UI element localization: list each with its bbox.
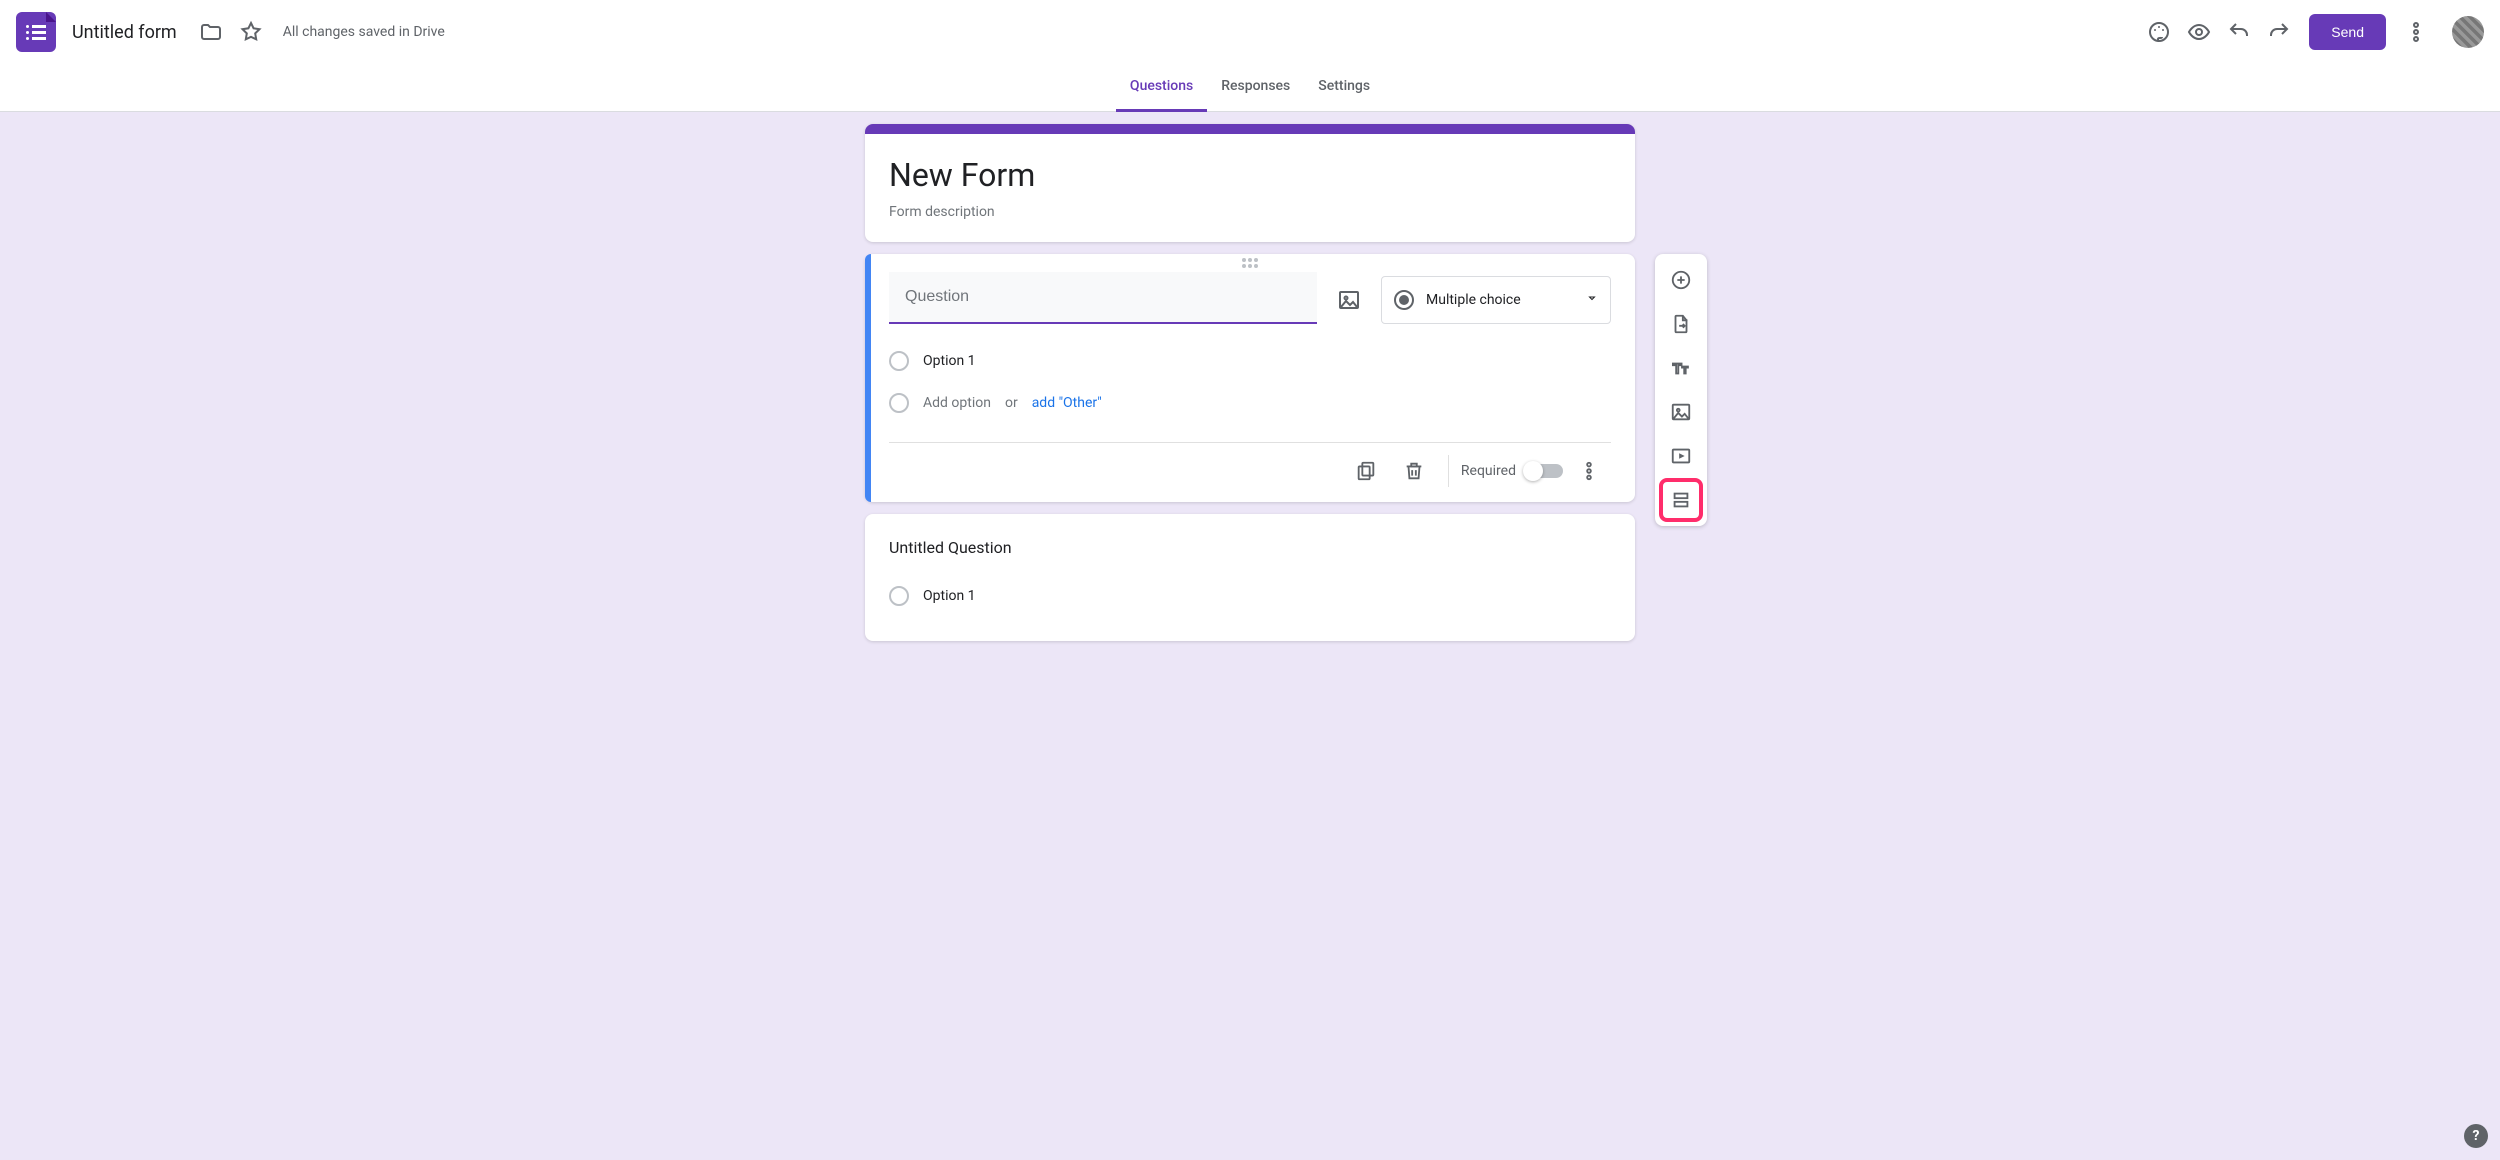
drag-handle-icon[interactable]	[865, 254, 1635, 272]
duplicate-question-icon[interactable]	[1344, 449, 1388, 493]
question-title[interactable]: Untitled Question	[889, 538, 1611, 557]
undo-icon[interactable]	[2219, 12, 2259, 52]
question-toolbar: TT	[1655, 254, 1707, 526]
option-label[interactable]: Option 1	[923, 588, 976, 604]
form-description-input[interactable]: Form description	[889, 204, 1611, 220]
add-section-icon[interactable]	[1661, 480, 1701, 520]
divider	[1448, 455, 1449, 487]
add-image-icon[interactable]	[1661, 392, 1701, 432]
customize-theme-icon[interactable]	[2139, 12, 2179, 52]
account-avatar[interactable]	[2452, 16, 2484, 48]
move-to-folder-icon[interactable]	[191, 12, 231, 52]
chevron-down-icon	[1586, 292, 1598, 308]
option-row[interactable]: Option 1	[889, 340, 1611, 382]
radio-icon	[1394, 290, 1414, 310]
radio-outline-icon	[889, 393, 909, 413]
help-icon[interactable]: ?	[2464, 1124, 2488, 1148]
svg-text:T: T	[1682, 366, 1689, 377]
question-more-menu-icon[interactable]	[1567, 449, 1611, 493]
add-option-button[interactable]: Add option	[923, 395, 991, 411]
required-label: Required	[1461, 463, 1516, 479]
question-card-active[interactable]: Multiple choice Option 1 Add option or a…	[865, 254, 1635, 502]
question-title-input[interactable]	[889, 272, 1317, 324]
redo-icon[interactable]	[2259, 12, 2299, 52]
tab-settings[interactable]: Settings	[1304, 64, 1384, 112]
form-title-input[interactable]: New Form	[889, 156, 1611, 194]
option-label[interactable]: Option 1	[923, 353, 976, 369]
app-header: Untitled form All changes saved in Drive…	[0, 0, 2500, 64]
required-toggle[interactable]	[1526, 464, 1563, 478]
question-card[interactable]: Untitled Question Option 1	[865, 514, 1635, 641]
save-status: All changes saved in Drive	[283, 24, 445, 40]
question-type-selector[interactable]: Multiple choice	[1381, 276, 1611, 324]
tab-responses[interactable]: Responses	[1207, 64, 1304, 112]
question-type-label: Multiple choice	[1426, 292, 1521, 308]
radio-outline-icon	[889, 351, 909, 371]
editor-tabs: Questions Responses Settings	[0, 64, 2500, 112]
radio-outline-icon	[889, 586, 909, 606]
or-text: or	[1005, 395, 1018, 411]
add-title-description-icon[interactable]: TT	[1661, 348, 1701, 388]
document-title[interactable]: Untitled form	[72, 22, 177, 43]
more-menu-icon[interactable]	[2396, 12, 2436, 52]
add-other-button[interactable]: add "Other"	[1032, 395, 1102, 411]
add-video-icon[interactable]	[1661, 436, 1701, 476]
tab-questions[interactable]: Questions	[1116, 64, 1207, 112]
import-questions-icon[interactable]	[1661, 304, 1701, 344]
add-question-button-icon[interactable]	[1661, 260, 1701, 300]
option-row[interactable]: Option 1	[889, 575, 1611, 617]
form-canvas: New Form Form description Multiple choic…	[0, 112, 2500, 1160]
form-title-card[interactable]: New Form Form description	[865, 124, 1635, 242]
svg-text:T: T	[1673, 362, 1682, 378]
add-option-row: Add option or add "Other"	[889, 382, 1611, 424]
forms-logo-icon[interactable]	[16, 12, 56, 52]
delete-question-icon[interactable]	[1392, 449, 1436, 493]
add-image-to-question-icon[interactable]	[1331, 282, 1367, 318]
star-icon[interactable]	[231, 12, 271, 52]
preview-icon[interactable]	[2179, 12, 2219, 52]
send-button[interactable]: Send	[2309, 14, 2386, 50]
